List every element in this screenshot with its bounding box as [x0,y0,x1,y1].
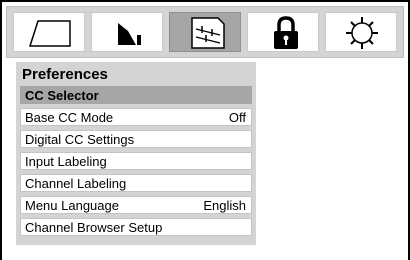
lock-icon [274,16,298,49]
menu-item-label: Channel Labeling [25,176,127,191]
tab-sound[interactable] [91,12,163,52]
sound-icon [118,23,141,45]
menu-item-label: Channel Browser Setup [25,220,163,235]
menu-item-label: Input Labeling [25,154,107,169]
menu-item-value: Off [228,110,246,125]
tab-setup[interactable] [325,12,397,52]
menu-item-label: CC Selector [25,88,99,103]
setup-gear-icon [346,17,378,49]
menu-item-label: Digital CC Settings [25,132,135,147]
menu-item-menu-language[interactable]: Menu Language English [20,196,252,214]
menu-item-channel-labeling[interactable]: Channel Labeling [20,174,252,192]
menu-item-label: Menu Language [25,198,119,213]
menu-tab-bar [6,6,404,58]
menu-item-input-labeling[interactable]: Input Labeling [20,152,252,170]
preferences-menu-panel: Preferences CC Selector Base CC Mode Off… [16,62,256,245]
menu-item-base-cc-mode[interactable]: Base CC Mode Off [20,108,252,126]
preferences-icon [191,17,225,49]
menu-item-value: English [203,198,246,213]
tab-lock[interactable] [247,12,319,52]
menu-item-cc-selector[interactable]: CC Selector [20,86,252,104]
menu-item-label: Base CC Mode [25,110,114,125]
tab-preferences[interactable] [169,12,241,52]
menu-item-channel-browser-setup[interactable]: Channel Browser Setup [20,218,252,236]
picture-icon [28,20,71,47]
menu-item-digital-cc-settings[interactable]: Digital CC Settings [20,130,252,148]
tab-picture[interactable] [13,12,85,52]
menu-title: Preferences [22,66,108,83]
